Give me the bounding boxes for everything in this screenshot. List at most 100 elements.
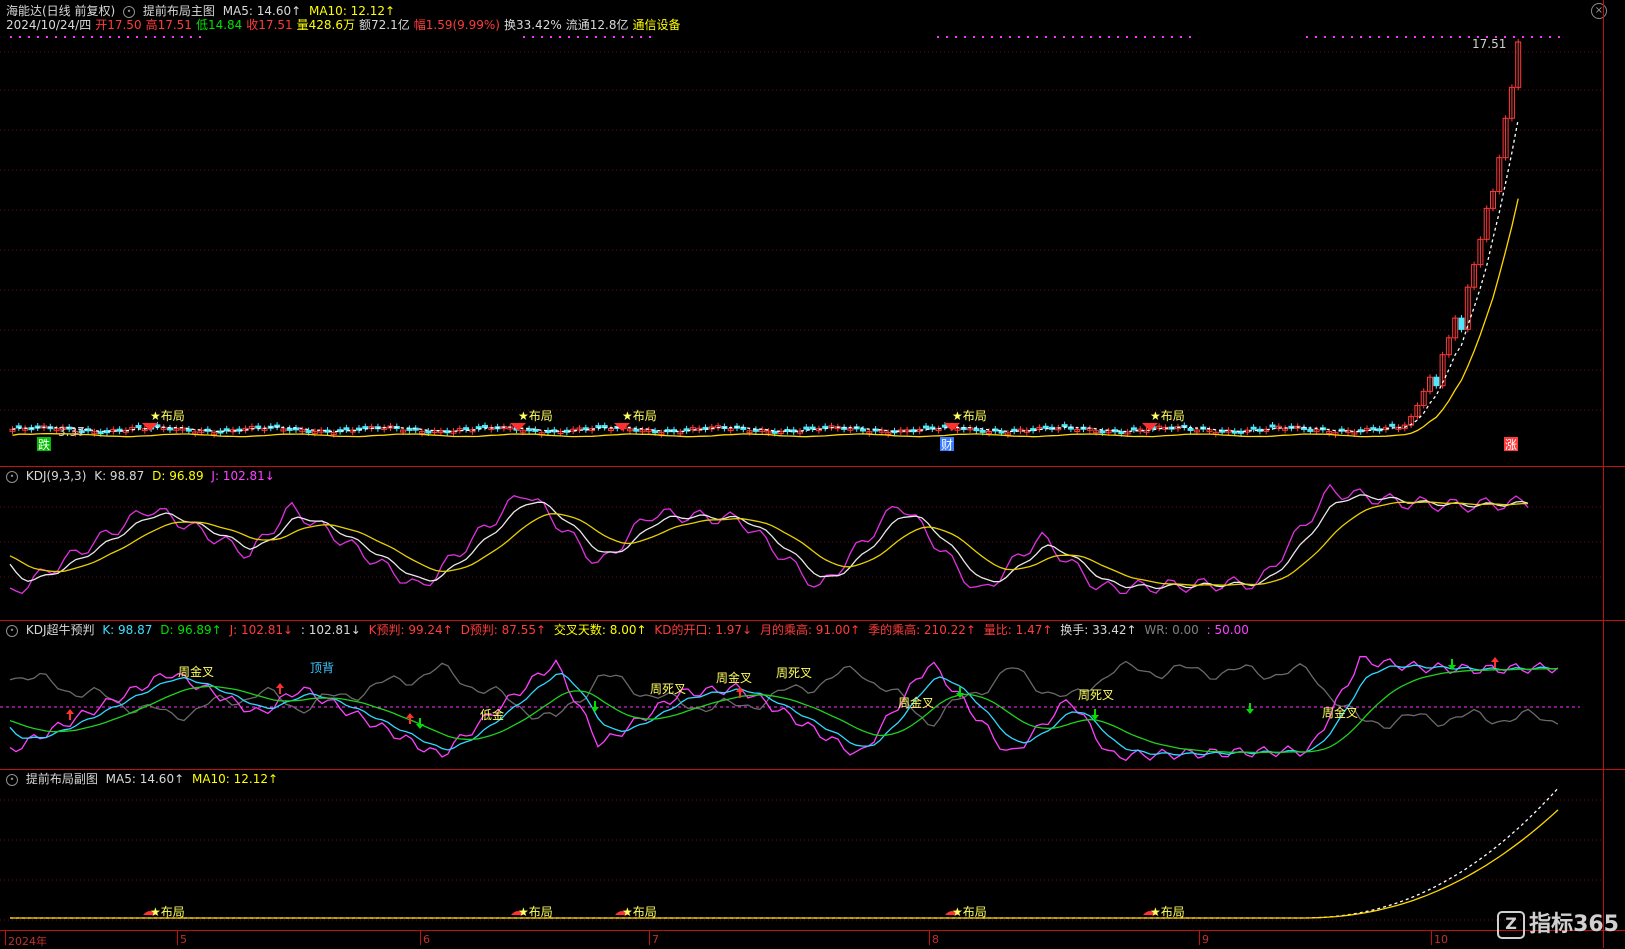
kdj-predict-chart[interactable]: 周金叉 顶背低金周死叉周金叉 周死叉周金叉周死叉周金叉 — [0, 621, 1625, 769]
signal-dot — [1441, 36, 1443, 38]
signal-dot — [1072, 36, 1074, 38]
signal-dot — [1513, 36, 1515, 38]
signal-dot — [100, 36, 102, 38]
signal-dot — [1306, 36, 1308, 38]
signal-dot — [586, 36, 588, 38]
sub-ma5-line — [10, 787, 1559, 919]
signal-dot — [1189, 36, 1191, 38]
signal-dot — [1369, 36, 1371, 38]
signal-dot — [10, 36, 12, 38]
buju-label: ★布局 — [952, 905, 987, 919]
signal-dot — [1000, 36, 1002, 38]
kdj-predict-panel[interactable]: • KDJ超牛预判 K: 98.87 D: 96.89↑ J: 102.81↓ … — [0, 621, 1625, 769]
signal-dot — [172, 36, 174, 38]
signal-dot — [955, 36, 957, 38]
signal-dot — [1522, 36, 1524, 38]
signal-dot — [1459, 36, 1461, 38]
candle — [803, 426, 810, 430]
signal-dot — [613, 36, 615, 38]
signal-dot — [1378, 36, 1380, 38]
kdj-chart[interactable] — [0, 467, 1625, 620]
sub-ma10-line — [10, 809, 1559, 919]
signal-dot — [1153, 36, 1155, 38]
candle — [633, 428, 640, 432]
signal-dot — [1549, 36, 1551, 38]
buju-label: ★布局 — [622, 409, 657, 423]
axis-month: 5 — [177, 931, 187, 946]
candle — [482, 424, 488, 428]
signal-dot — [1414, 36, 1416, 38]
candlestick-chart[interactable]: 17.51 3.37 跌 财 涨 ★布局 ★布局 ★布局 ★布局 ★布局 — [0, 0, 1625, 456]
signal-dot — [1423, 36, 1425, 38]
candle — [973, 428, 980, 432]
signal-dot — [1351, 36, 1353, 38]
kdj-panel[interactable]: • KDJ(9,3,3) K: 98.87 D: 96.89 J: 102.81… — [0, 467, 1625, 620]
buju-label: ★布局 — [1150, 905, 1185, 919]
signal-dot — [622, 36, 624, 38]
logo-icon: Z — [1497, 911, 1526, 939]
signal-dot — [604, 36, 606, 38]
candle — [1099, 430, 1106, 434]
signal-dot — [1063, 36, 1065, 38]
buju-label: ★布局 — [1150, 409, 1185, 423]
signal-dot — [577, 36, 579, 38]
ma5-line — [12, 119, 1519, 433]
signal-dot — [1135, 36, 1137, 38]
candle — [998, 430, 1005, 434]
candle — [1130, 427, 1137, 431]
signal-dot — [154, 36, 156, 38]
signal-dot — [1054, 36, 1056, 38]
signal-dot — [1324, 36, 1326, 38]
axis-month: 8 — [929, 931, 939, 946]
candle — [1458, 317, 1465, 330]
signal-dot — [991, 36, 993, 38]
candle — [979, 429, 986, 433]
candle — [1370, 427, 1377, 431]
sub-chart-panel[interactable]: • 提前布局副图 MA5: 14.60↑ MA10: 12.12↑ ★布局 ★布局… — [0, 770, 1625, 930]
right-border — [1603, 0, 1604, 948]
signal-dot — [1450, 36, 1452, 38]
signal-dot — [1180, 36, 1182, 38]
signal-dot — [1117, 36, 1119, 38]
time-axis[interactable]: 2024年 5 6 7 8 9 10 — [0, 930, 1625, 949]
candle — [425, 430, 432, 434]
signal-dot — [127, 36, 129, 38]
tag-badge-label: 财 — [941, 438, 953, 452]
tag-badge-label: 涨 — [1505, 437, 1517, 452]
signal-dot — [1333, 36, 1335, 38]
main-chart-panel[interactable]: 海能达(日线 前复权) • 提前布局主图 MA5: 14.60↑ MA10: 1… — [0, 0, 1625, 456]
signal-dot — [982, 36, 984, 38]
signal-dot — [199, 36, 201, 38]
signal-label: 周死叉 — [1078, 688, 1114, 702]
logo-text: 指标365 — [1529, 912, 1619, 937]
signal-dot — [190, 36, 192, 38]
signal-label: 周死叉 — [776, 666, 812, 680]
signal-arrow — [276, 683, 284, 694]
candle — [1433, 376, 1440, 387]
signal-dot — [640, 36, 642, 38]
sub-chart[interactable]: ★布局 ★布局 ★布局 ★布局 ★布局 — [0, 770, 1625, 930]
signal-dot — [595, 36, 597, 38]
candle — [1250, 426, 1257, 430]
signal-dot — [568, 36, 570, 38]
signal-dot — [550, 36, 552, 38]
candle — [595, 425, 602, 429]
signal-dot — [145, 36, 147, 38]
signal-dot — [541, 36, 543, 38]
candle — [286, 427, 293, 431]
signal-dot — [649, 36, 651, 38]
signal-dot — [1531, 36, 1533, 38]
high-price-label: 17.51 — [1472, 37, 1506, 51]
signal-dot — [1018, 36, 1020, 38]
signal-dot — [19, 36, 21, 38]
candle — [255, 425, 262, 429]
signal-label: 周金叉 — [1322, 705, 1358, 720]
signal-label: 周金叉 — [898, 695, 934, 710]
signal-dot — [946, 36, 948, 38]
signal-dot — [1468, 36, 1470, 38]
signal-dot — [1126, 36, 1128, 38]
signal-dot — [631, 36, 633, 38]
candle — [185, 428, 192, 432]
signal-dot — [559, 36, 561, 38]
ma10-line — [12, 198, 1519, 438]
